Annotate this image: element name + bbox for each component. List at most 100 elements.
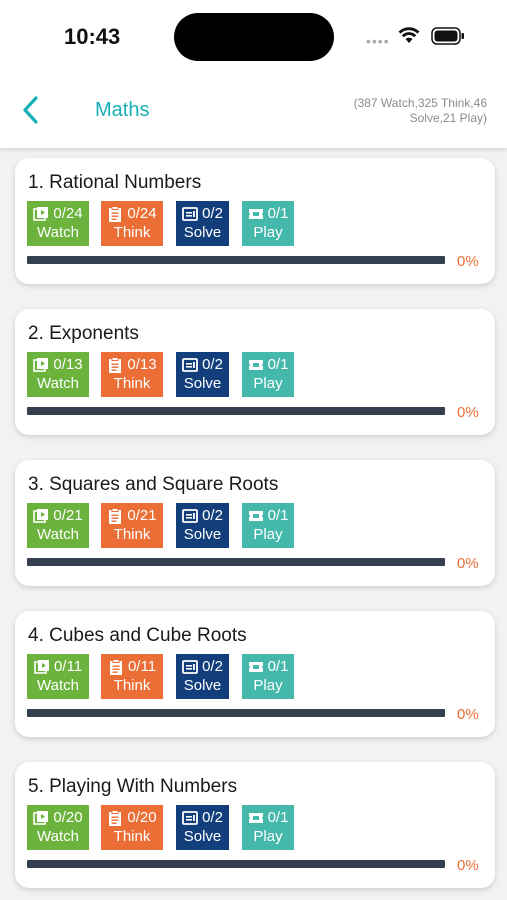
think-label: Think — [113, 224, 151, 241]
solve-label: Solve — [183, 677, 222, 694]
think-badge[interactable]: 0/11 Think — [101, 654, 163, 699]
solve-count: 0/2 — [202, 809, 223, 826]
watch-count: 0/24 — [53, 205, 83, 222]
solve-count: 0/2 — [202, 205, 223, 222]
solve-badge[interactable]: 0/2 Solve — [176, 503, 229, 548]
think-count: 0/20 — [127, 809, 157, 826]
solve-count: 0/2 — [202, 507, 223, 524]
play-badge[interactable]: 0/1 Play — [242, 654, 294, 699]
play-count: 0/1 — [267, 205, 289, 222]
dynamic-island — [174, 13, 334, 61]
ticket-icon — [248, 510, 263, 521]
watch-count: 0/21 — [53, 507, 83, 524]
watch-badge[interactable]: 0/21 Watch — [27, 503, 89, 548]
play-count: 0/1 — [267, 658, 289, 675]
watch-count: 0/13 — [53, 356, 83, 373]
chapter-card[interactable]: 5. Playing With Numbers 0/20 Watch 0/20 … — [15, 762, 495, 888]
watch-badge[interactable]: 0/24 Watch — [27, 201, 89, 246]
chapter-card[interactable]: 1. Rational Numbers 0/24 Watch 0/24 Thin… — [15, 158, 495, 284]
watch-badge[interactable]: 0/11 Watch — [27, 654, 89, 699]
watch-badge[interactable]: 0/20 Watch — [27, 805, 89, 850]
page-title: Maths — [95, 99, 150, 121]
play-square-icon — [33, 810, 49, 825]
think-badge[interactable]: 0/21 Think — [101, 503, 163, 548]
top-app-bar: Maths (387 Watch,325 Think,46 Solve,21 P… — [0, 78, 507, 148]
think-label: Think — [113, 375, 151, 392]
clipboard-icon — [109, 507, 122, 524]
progress-percent: 0% — [457, 253, 479, 270]
solve-badge[interactable]: 0/2 Solve — [176, 352, 229, 397]
watch-label: Watch — [37, 375, 79, 392]
solve-count: 0/2 — [202, 356, 223, 373]
play-badge[interactable]: 0/1 Play — [242, 352, 294, 397]
progress-bar — [27, 407, 445, 415]
think-badge[interactable]: 0/20 Think — [101, 805, 163, 850]
chapter-title: 1. Rational Numbers — [28, 172, 202, 193]
watch-label: Watch — [37, 828, 79, 845]
think-label: Think — [113, 828, 151, 845]
cellular-signal-icon: •••• — [366, 33, 390, 49]
clipboard-icon — [109, 356, 122, 373]
think-label: Think — [113, 526, 151, 543]
battery-icon — [431, 27, 464, 45]
progress-bar — [27, 558, 445, 566]
ticket-icon — [248, 812, 263, 823]
status-time: 10:43 — [64, 24, 121, 49]
solve-badge[interactable]: 0/2 Solve — [176, 654, 229, 699]
think-count: 0/13 — [127, 356, 157, 373]
think-badge[interactable]: 0/13 Think — [101, 352, 163, 397]
solve-label: Solve — [183, 375, 222, 392]
watch-label: Watch — [37, 224, 79, 241]
clipboard-icon — [109, 809, 122, 826]
summary-line-1: (387 Watch,325 Think,46 — [353, 96, 487, 110]
think-badge[interactable]: 0/24 Think — [101, 201, 163, 246]
content-summary: (387 Watch,325 Think,46 Solve,21 Play) — [317, 96, 487, 126]
play-label: Play — [253, 526, 283, 543]
play-count: 0/1 — [267, 507, 289, 524]
screen-icon — [182, 810, 198, 825]
wifi-icon — [398, 27, 420, 43]
progress-percent: 0% — [457, 706, 479, 723]
chapter-card[interactable]: 3. Squares and Square Roots 0/21 Watch 0… — [15, 460, 495, 586]
summary-line-2: Solve,21 Play) — [409, 111, 487, 125]
clipboard-icon — [109, 658, 122, 675]
play-badge[interactable]: 0/1 Play — [242, 805, 294, 850]
play-square-icon — [33, 206, 49, 221]
progress-percent: 0% — [457, 404, 479, 421]
solve-label: Solve — [183, 828, 222, 845]
watch-badge[interactable]: 0/13 Watch — [27, 352, 89, 397]
play-label: Play — [253, 828, 283, 845]
solve-label: Solve — [183, 526, 222, 543]
watch-count: 0/20 — [53, 809, 83, 826]
screen-icon — [182, 206, 198, 221]
ticket-icon — [248, 661, 263, 672]
chapter-title: 2. Exponents — [28, 323, 139, 344]
solve-badge[interactable]: 0/2 Solve — [176, 201, 229, 246]
status-bar: 10:43 •••• — [0, 0, 507, 78]
play-label: Play — [253, 677, 283, 694]
chapter-title: 4. Cubes and Cube Roots — [28, 625, 247, 646]
play-badge[interactable]: 0/1 Play — [242, 503, 294, 548]
play-square-icon — [34, 659, 49, 674]
play-count: 0/1 — [267, 356, 289, 373]
watch-label: Watch — [37, 677, 79, 694]
chapter-card[interactable]: 2. Exponents 0/13 Watch 0/13 Think 0/2 S… — [15, 309, 495, 435]
chapter-card[interactable]: 4. Cubes and Cube Roots 0/11 Watch 0/11 … — [15, 611, 495, 737]
clipboard-icon — [109, 205, 122, 222]
watch-label: Watch — [37, 526, 79, 543]
chevron-left-icon[interactable] — [20, 95, 42, 125]
play-count: 0/1 — [267, 809, 289, 826]
play-label: Play — [253, 375, 283, 392]
think-count: 0/11 — [127, 658, 157, 675]
play-label: Play — [253, 224, 283, 241]
progress-bar — [27, 709, 445, 717]
play-badge[interactable]: 0/1 Play — [242, 201, 294, 246]
chapter-title: 3. Squares and Square Roots — [28, 474, 279, 495]
watch-count: 0/11 — [53, 658, 83, 675]
solve-badge[interactable]: 0/2 Solve — [176, 805, 229, 850]
screen-icon — [182, 659, 198, 674]
think-count: 0/21 — [127, 507, 157, 524]
play-square-icon — [33, 508, 49, 523]
ticket-icon — [248, 359, 263, 370]
think-count: 0/24 — [127, 205, 157, 222]
